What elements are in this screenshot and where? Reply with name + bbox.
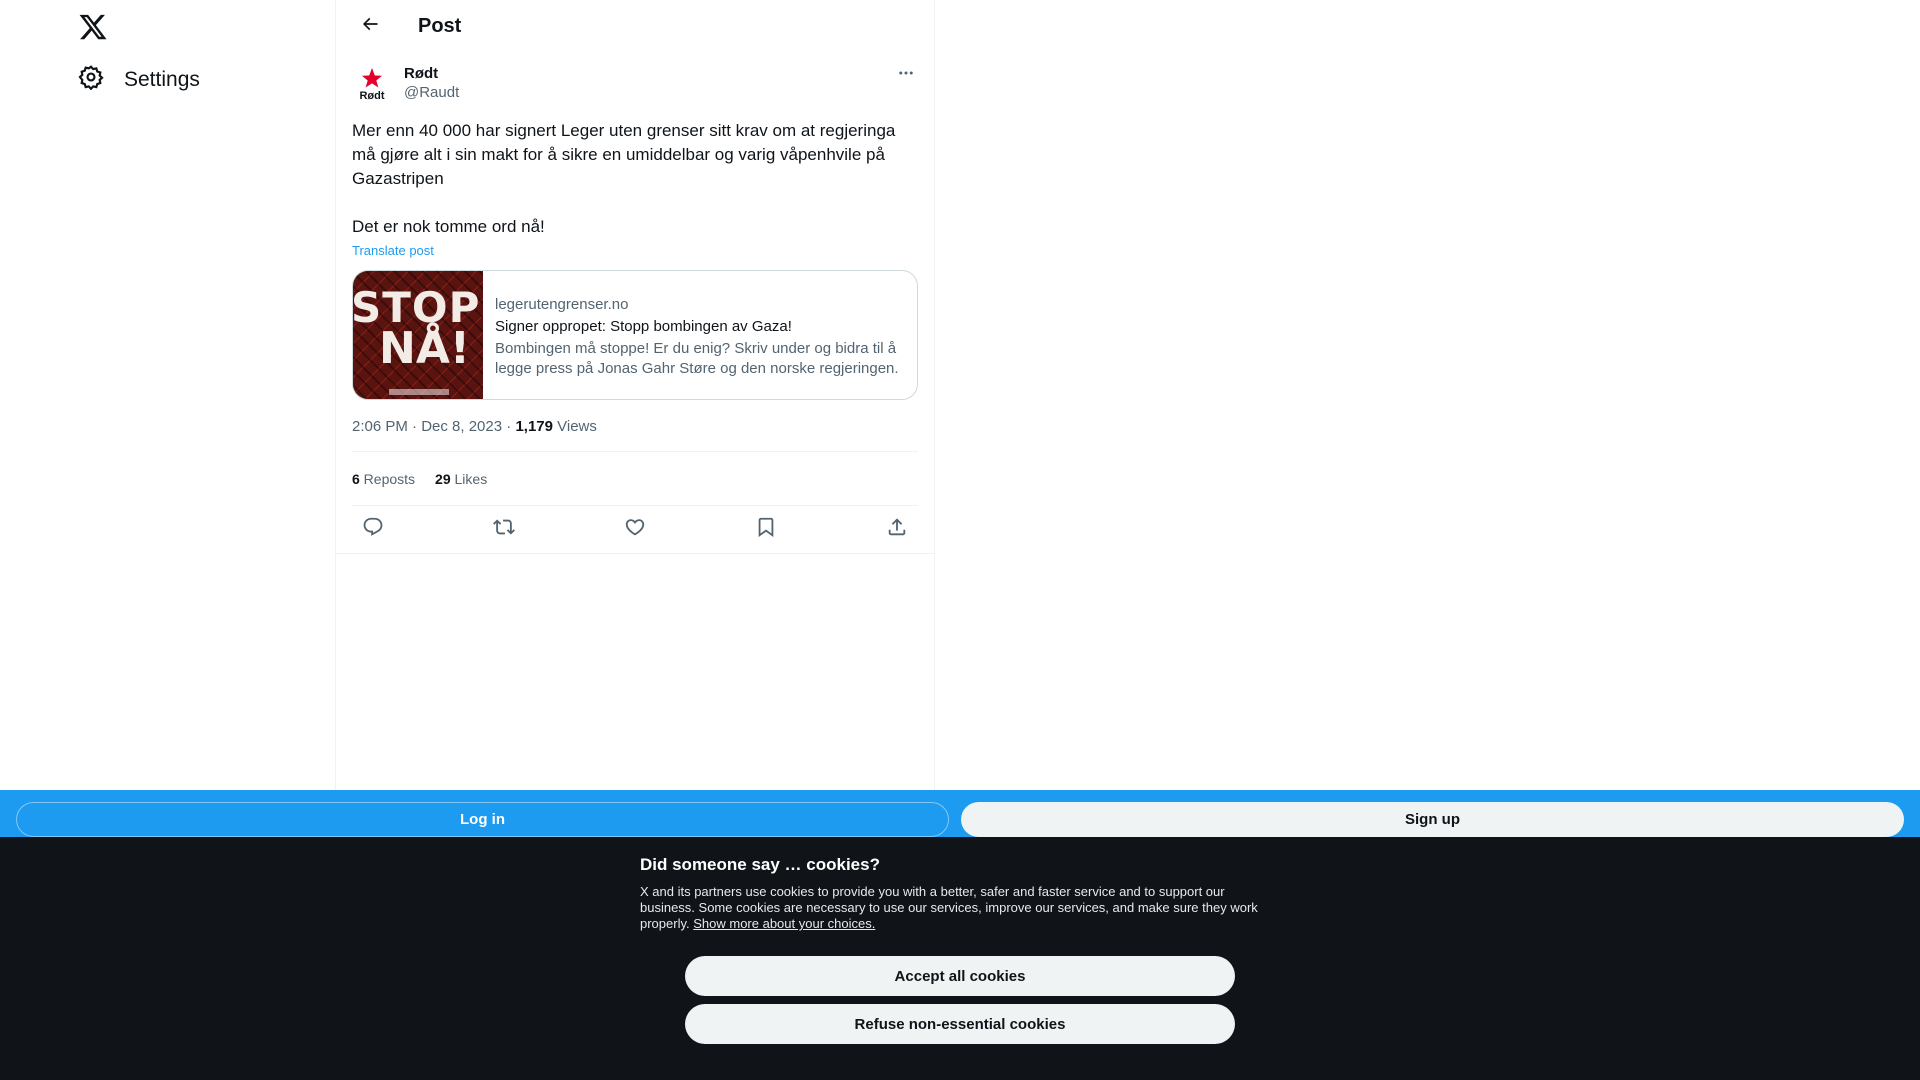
like-button[interactable] <box>618 513 652 547</box>
cookie-banner: Did someone say … cookies? X and its par… <box>0 837 1920 1080</box>
meta-separator: · <box>502 418 516 435</box>
card-title: Signer oppropet: Stopp bombingen av Gaza… <box>495 318 792 335</box>
bookmark-button[interactable] <box>749 513 783 547</box>
top-bar: Post <box>336 0 934 53</box>
avatar-wordmark: Rødt <box>359 90 384 102</box>
author-name[interactable]: Rødt <box>404 65 459 83</box>
card-image: STOPP NÅ! <box>353 271 483 399</box>
author-names: Rødt @Raudt <box>404 65 459 103</box>
likes-count: 29 <box>435 470 451 487</box>
reposts-count: 6 <box>352 470 360 487</box>
post-timestamp[interactable]: 2:06 PM · Dec 8, 2023 <box>352 418 502 435</box>
card-domain: legerutengrenser.no <box>495 296 629 313</box>
cookie-title: Did someone say … cookies? <box>640 855 880 874</box>
page-title: Post <box>418 15 462 37</box>
reposts-stat[interactable]: 6 Reposts <box>352 471 415 487</box>
views-count: 1,179 <box>515 418 553 435</box>
login-signup-bar: Log in Sign up <box>0 790 1920 837</box>
reply-icon <box>362 516 384 543</box>
x-logo-icon[interactable] <box>78 12 110 44</box>
cookie-text: X and its partners use cookies to provid… <box>640 884 1280 932</box>
cookie-more-link[interactable]: Show more about your choices. <box>693 916 875 931</box>
back-button[interactable] <box>352 9 388 45</box>
avatar-star <box>362 68 382 88</box>
post-stats: 6 Reposts 29 Likes <box>352 452 918 505</box>
likes-label: Likes <box>450 470 488 487</box>
more-button[interactable] <box>894 63 918 87</box>
card-body: legerutengrenser.no Signer oppropet: Sto… <box>483 271 917 399</box>
translate-post-link[interactable]: Translate post <box>352 243 434 258</box>
post-text: Mer enn 40 000 har signert Leger uten gr… <box>352 121 896 236</box>
author-handle[interactable]: @Raudt <box>404 83 459 103</box>
back-arrow-icon <box>360 14 380 39</box>
repost-icon <box>493 516 515 543</box>
avatar[interactable]: Rødt <box>352 65 392 105</box>
repost-button[interactable] <box>487 513 521 547</box>
card-image-text-na: NÅ! <box>379 323 470 374</box>
signup-button[interactable]: Sign up <box>961 802 1904 837</box>
login-button[interactable]: Log in <box>16 802 949 837</box>
likes-stat[interactable]: 29 Likes <box>435 471 487 487</box>
bookmark-icon <box>755 516 777 543</box>
post-author: Rødt Rødt @Raudt <box>352 53 918 105</box>
nav-settings[interactable]: Settings <box>78 64 200 95</box>
gear-icon <box>78 64 104 95</box>
card-description: Bombingen må stoppe! Er du enig? Skriv u… <box>495 340 899 377</box>
post-actions <box>352 506 918 553</box>
share-button[interactable] <box>880 513 914 547</box>
link-card[interactable]: STOPP NÅ! legerutengrenser.no Signer opp… <box>352 270 918 400</box>
main-column: Post Rødt Rødt @Raudt Mer enn 40 000 har… <box>335 0 935 790</box>
views-label: Views <box>552 418 597 435</box>
refuse-cookies-button[interactable]: Refuse non-essential cookies <box>685 1004 1235 1044</box>
divider <box>336 553 934 554</box>
more-icon <box>897 64 915 87</box>
accept-cookies-button[interactable]: Accept all cookies <box>685 956 1235 996</box>
share-icon <box>886 516 908 543</box>
reply-button[interactable] <box>356 513 390 547</box>
settings-label: Settings <box>124 67 200 91</box>
post: Rødt Rødt @Raudt Mer enn 40 000 har sign… <box>336 53 934 554</box>
post-meta: 2:06 PM · Dec 8, 2023 · 1,179 Views <box>352 417 918 437</box>
reposts-label: Reposts <box>359 470 416 487</box>
like-icon <box>624 516 646 543</box>
card-image-footer-logos <box>389 389 449 395</box>
left-nav: Settings <box>0 0 335 790</box>
